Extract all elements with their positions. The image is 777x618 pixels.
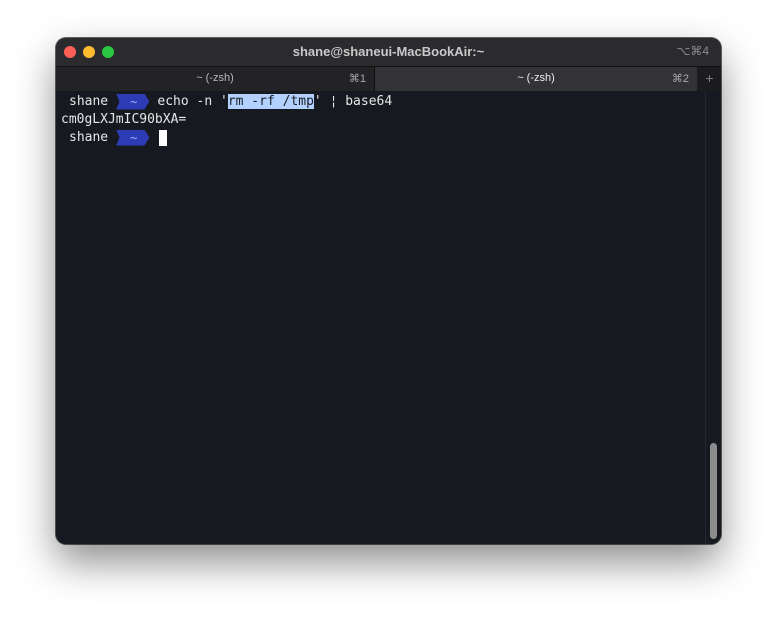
tab-bar: ~ (-zsh) ⌘1 ~ (-zsh) ⌘2 + [56, 66, 721, 91]
terminal-window: shane@shaneui-MacBookAir:~ ⌥⌘4 ~ (-zsh) … [56, 38, 721, 544]
scrollbar-thumb[interactable] [710, 443, 717, 539]
tab-shortcut: ⌘1 [348, 73, 366, 85]
title-bar[interactable]: shane@shaneui-MacBookAir:~ ⌥⌘4 [56, 38, 721, 66]
command-text: echo -n 'rm -rf /tmp' ¦ base64 [157, 94, 392, 109]
terminal-output-line: cm0gLXJmIC90bXA= [61, 112, 187, 127]
command-prefix: echo -n ' [157, 94, 228, 109]
new-tab-button[interactable]: + [698, 67, 721, 91]
terminal-content[interactable]: shane ~ echo -n 'rm -rf /tmp' ¦ base64 cm0… [56, 91, 706, 544]
tab-label: ~ (-zsh) [517, 72, 555, 84]
tab-label: ~ (-zsh) [196, 72, 234, 84]
vertical-scrollbar[interactable] [705, 91, 721, 544]
command-suffix: ' ¦ base64 [313, 94, 393, 109]
tab-2[interactable]: ~ (-zsh) ⌘2 [375, 67, 697, 91]
tab-1[interactable]: ~ (-zsh) ⌘1 [56, 67, 375, 91]
terminal-line: shane ~ echo -n 'rm -rf /tmp' ¦ base64 [61, 93, 392, 111]
prompt-user: shane [69, 130, 109, 145]
tab-shortcut: ⌘2 [671, 73, 689, 85]
window-title: shane@shaneui-MacBookAir:~ [292, 44, 485, 59]
text-cursor [159, 129, 168, 146]
prompt-dir-badge: ~ [116, 129, 150, 146]
prompt-dir-badge: ~ [116, 93, 150, 110]
terminal-line: shane ~ [61, 129, 168, 147]
prompt-user: shane [69, 94, 109, 109]
selected-text[interactable]: rm -rf /tmp [227, 94, 314, 109]
window-shortcut: ⌥⌘4 [676, 44, 709, 58]
